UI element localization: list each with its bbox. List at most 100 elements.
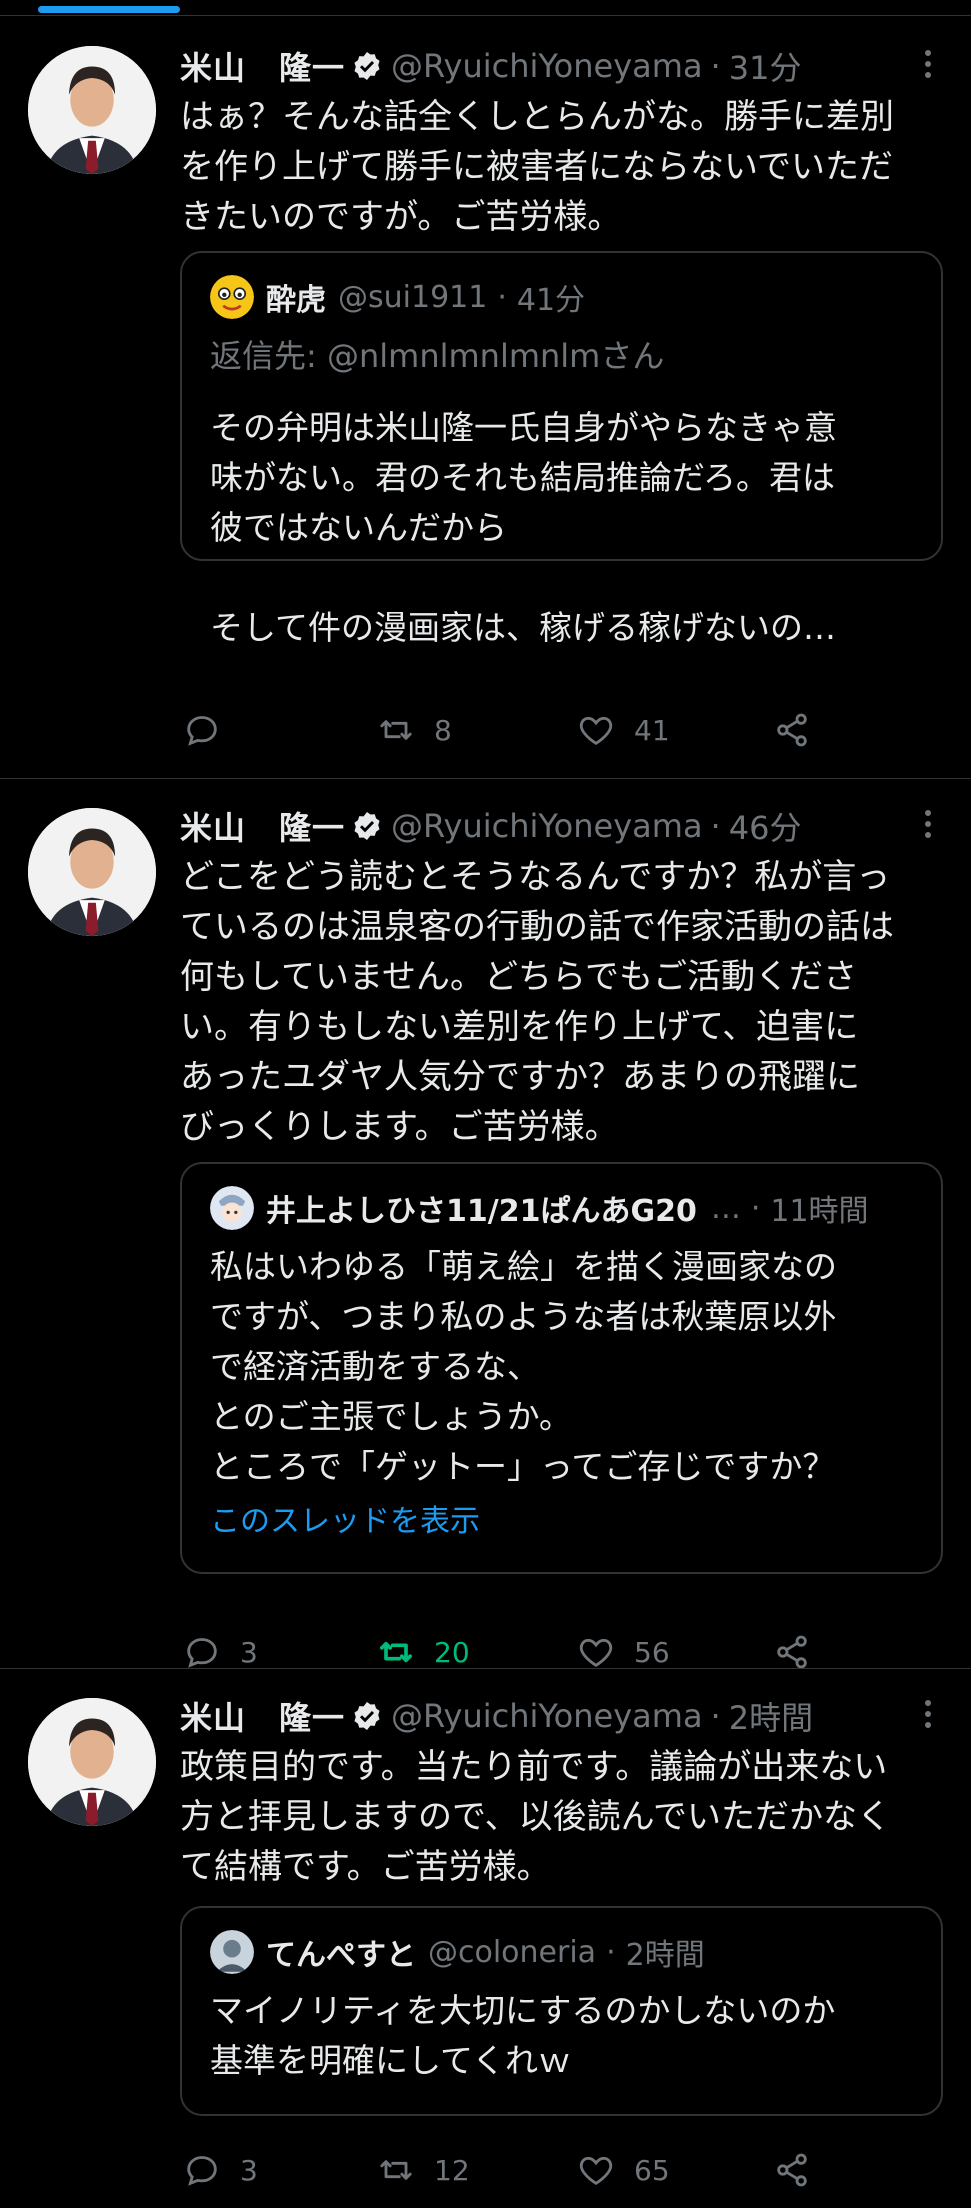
quoted-avatar (210, 1186, 254, 1230)
share-icon (777, 1635, 807, 1669)
share-icon (777, 2153, 807, 2187)
quoted-author-name: 井上よしひさ11/21ぱんあG20 (266, 1194, 697, 1229)
separator-dot: · (710, 1697, 721, 1735)
share-button[interactable] (772, 710, 812, 750)
quoted-tweet-header: てんぺすと @coloneria · 2時間 (210, 1930, 913, 1974)
quoted-timestamp: 11時間 (770, 1194, 869, 1229)
author-handle[interactable]: @RyuichiYoneyama (391, 807, 703, 845)
heart-icon (579, 2156, 613, 2185)
verified-badge-icon (354, 1702, 380, 1730)
share-icon (777, 713, 807, 747)
author-handle[interactable]: @RyuichiYoneyama (391, 1697, 703, 1735)
quoted-avatar (210, 1930, 254, 1974)
tweet-header: 米山 隆一 @RyuichiYoneyama · 2時間 (180, 1692, 943, 1740)
tweet-header: 米山 隆一 @RyuichiYoneyama · 31分 (180, 42, 943, 90)
retweet-count: 8 (434, 713, 452, 747)
timestamp[interactable]: 46分 (729, 803, 802, 849)
tweet-text: はぁ？そんな話全くしとらんがな。勝手に差別 を作り上げて勝手に被害者にならないで… (180, 97, 894, 237)
tweet[interactable]: 米山 隆一 @RyuichiYoneyama · 2時間 政策目的です。当たり前… (0, 1670, 971, 2208)
tweet-divider (0, 778, 971, 779)
tweet-text: 政策目的です。当たり前です。議論が出来ない 方と拝見しますので、以後読んでいただ… (180, 1747, 891, 1887)
reply-count: 3 (240, 2153, 258, 2187)
more-options-icon[interactable] (913, 810, 943, 846)
tweet[interactable]: 米山 隆一 @RyuichiYoneyama · 31分 はぁ？そんな話全くしと… (0, 16, 971, 779)
show-thread-link[interactable]: このスレッドを表示 (210, 1498, 913, 1546)
retweet-icon (380, 1641, 412, 1663)
reply-icon (187, 716, 217, 746)
like-count: 65 (634, 2153, 670, 2187)
quoted-timestamp: 41分 (516, 283, 586, 318)
quoted-tweet[interactable]: 酔虎 @sui1911 · 41分 返信先: @nlmnlmnlmnlmさん そ… (180, 251, 943, 647)
retweet-button[interactable]: 8 (376, 710, 452, 750)
heart-icon (579, 1638, 613, 1667)
like-count: 41 (634, 713, 670, 747)
quoted-author-name: てんぺすと (266, 1938, 416, 1973)
like-count: 56 (634, 1635, 670, 1669)
tweet-header: 米山 隆一 @RyuichiYoneyama · 46分 (180, 802, 943, 850)
avatar[interactable] (28, 808, 156, 936)
tweet-content: 米山 隆一 @RyuichiYoneyama · 46分 どこをどう読むとそうな… (180, 802, 943, 1152)
separator-dot: · (710, 807, 721, 845)
verified-badge-icon (354, 812, 380, 840)
quoted-tweet-text: その弁明は米山隆一氏自身がやらなきゃ意 味がない。君のそれも結局推論だろ。君は … (210, 408, 837, 647)
tweet-content: 米山 隆一 @RyuichiYoneyama · 31分 はぁ？そんな話全くしと… (180, 42, 943, 242)
retweet-button[interactable]: 20 (376, 1632, 470, 1672)
tweet[interactable]: 米山 隆一 @RyuichiYoneyama · 46分 どこをどう読むとそうな… (0, 780, 971, 1669)
share-button[interactable] (772, 2150, 812, 2190)
avatar-image (28, 808, 156, 936)
author-name[interactable]: 米山 隆一 (180, 803, 345, 849)
avatar[interactable] (28, 46, 156, 174)
reply-prefix: 返信先: (210, 337, 327, 375)
reply-button[interactable]: 3 (182, 2150, 258, 2190)
avatar[interactable] (28, 1698, 156, 1826)
reply-context: 返信先: @nlmnlmnlmnlmさん (210, 333, 913, 379)
quoted-timestamp: 2時間 (625, 1938, 705, 1973)
separator-dot: · (606, 1934, 616, 1970)
share-button[interactable] (772, 1632, 812, 1672)
reply-count: 3 (240, 1635, 258, 1669)
verified-badge-icon (354, 52, 380, 80)
quoted-tweet[interactable]: 井上よしひさ11/21ぱんあG20 … · 11時間 私はいわゆる「萌え絵」を描… (180, 1162, 943, 1574)
active-tab-indicator (38, 6, 180, 13)
author-name[interactable]: 米山 隆一 (180, 43, 345, 89)
quoted-author-name: 酔虎 (266, 283, 326, 318)
tweet-content: 米山 隆一 @RyuichiYoneyama · 2時間 政策目的です。当たり前… (180, 1692, 943, 1892)
reply-mention[interactable]: @nlmnlmnlmnlm (327, 337, 600, 375)
more-options-icon[interactable] (913, 50, 943, 86)
more-options-icon[interactable] (913, 1700, 943, 1736)
avatar-image (28, 46, 156, 174)
retweet-icon (380, 720, 412, 740)
quoted-tweet-text: マイノリティを大切にするのかしないのか 基準を明確にしてくれｗ (210, 1991, 836, 2080)
author-handle[interactable]: @RyuichiYoneyama (391, 47, 703, 85)
quoted-avatar (210, 275, 254, 319)
retweet-button[interactable]: 12 (376, 2150, 470, 2190)
tweet-text: どこをどう読むとそうなるんですか？私が言っ ているのは温泉客の行動の話で作家活動… (180, 857, 894, 1147)
quoted-author-handle: @sui1911 (338, 279, 488, 315)
author-name[interactable]: 米山 隆一 (180, 1693, 345, 1739)
reply-icon (187, 1638, 217, 1668)
quoted-author-handle: … (710, 1190, 741, 1226)
separator-dot: · (710, 47, 721, 85)
reply-suffix: さん (600, 337, 665, 375)
quoted-tweet-text: 私はいわゆる「萌え絵」を描く漫画家なの ですが、つまり私のような者は秋葉原以外 … (210, 1247, 837, 1486)
separator-dot: · (497, 279, 507, 315)
reply-icon (187, 2156, 217, 2186)
separator-dot: · (750, 1190, 761, 1226)
reply-button[interactable] (182, 710, 240, 750)
retweet-count: 12 (434, 2153, 470, 2187)
quoted-author-handle: @coloneria (428, 1934, 597, 1970)
like-button[interactable]: 41 (576, 710, 670, 750)
timestamp[interactable]: 2時間 (729, 1693, 813, 1739)
retweet-icon (380, 2160, 412, 2180)
tweet-divider (0, 1668, 971, 1669)
like-button[interactable]: 56 (576, 1632, 670, 1672)
reply-button[interactable]: 3 (182, 1632, 258, 1672)
heart-icon (579, 716, 613, 745)
like-button[interactable]: 65 (576, 2150, 670, 2190)
tweet-actions: 3 12 65 (180, 2142, 943, 2198)
quoted-tweet[interactable]: てんぺすと @coloneria · 2時間 マイノリティを大切にするのかしない… (180, 1906, 943, 2116)
avatar-image (28, 1698, 156, 1826)
timestamp[interactable]: 31分 (729, 43, 802, 89)
quoted-tweet-header: 井上よしひさ11/21ぱんあG20 … · 11時間 (210, 1186, 913, 1230)
tweet-actions: 8 41 (180, 702, 943, 758)
